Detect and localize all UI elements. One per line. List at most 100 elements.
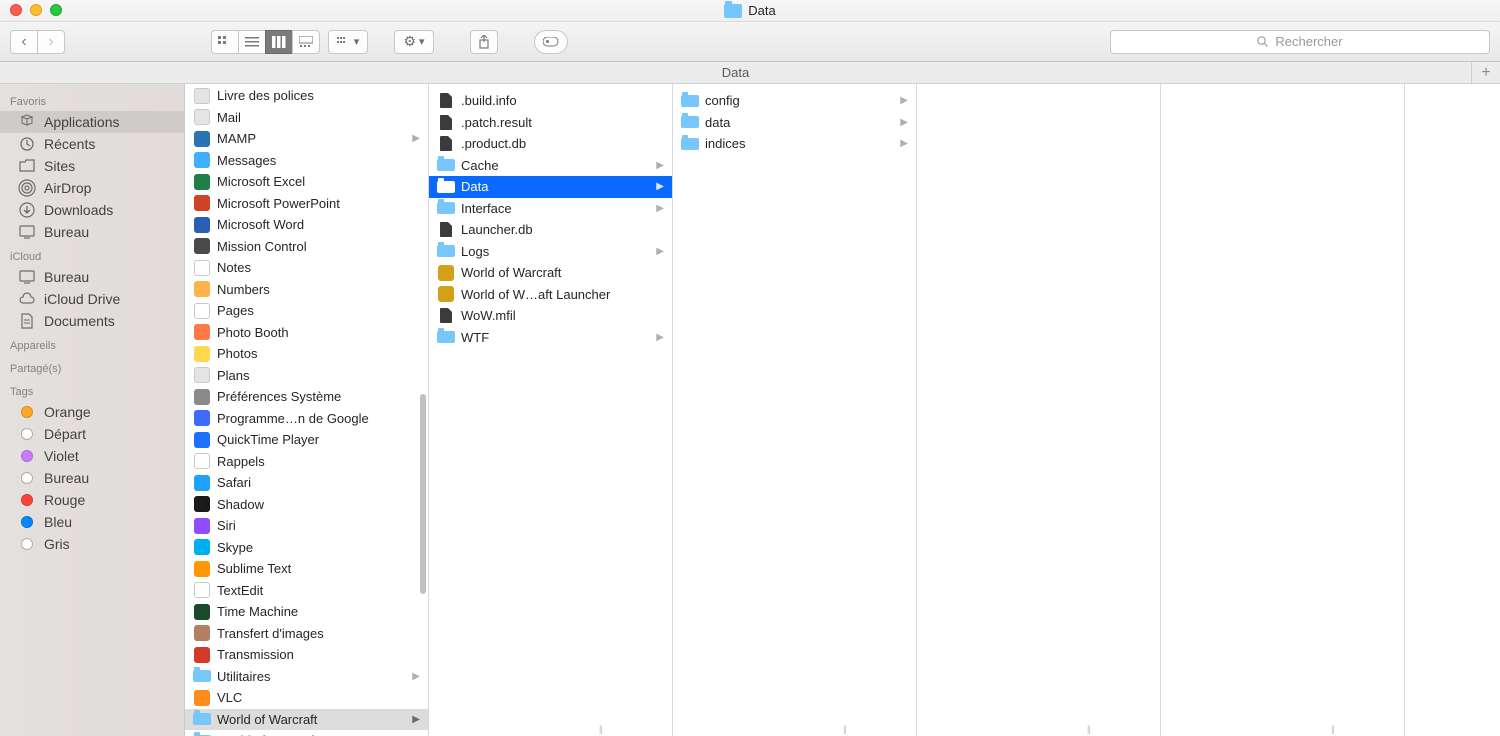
column-item[interactable]: World of Warcraft bbox=[429, 262, 672, 284]
column-item[interactable]: World of W…aft Launcher bbox=[429, 284, 672, 306]
folder-icon bbox=[193, 668, 211, 684]
column-item[interactable]: .patch.result bbox=[429, 112, 672, 134]
item-label: TextEdit bbox=[217, 583, 420, 598]
desktop-icon bbox=[18, 224, 36, 240]
tab-data[interactable]: Data bbox=[0, 62, 1472, 83]
search-field[interactable]: Rechercher bbox=[1110, 30, 1490, 54]
forward-button[interactable]: › bbox=[37, 30, 65, 54]
column-item[interactable]: indices▶ bbox=[673, 133, 916, 155]
column-item[interactable]: .build.info bbox=[429, 90, 672, 112]
column-item[interactable]: config▶ bbox=[673, 90, 916, 112]
back-button[interactable]: ‹ bbox=[10, 30, 38, 54]
action-button[interactable]: ⚙▾ bbox=[394, 30, 434, 54]
airdrop-icon bbox=[18, 180, 36, 196]
sidebar-item[interactable]: Bureau bbox=[0, 266, 184, 288]
icon-view-button[interactable] bbox=[211, 30, 239, 54]
column-item[interactable]: Sublime Text bbox=[185, 558, 428, 580]
column-item[interactable]: Data▶ bbox=[429, 176, 672, 198]
column-item[interactable]: .product.db bbox=[429, 133, 672, 155]
column-item[interactable]: Mail bbox=[185, 107, 428, 129]
sidebar-item[interactable]: Récents bbox=[0, 133, 184, 155]
column-item[interactable]: TextEdit bbox=[185, 580, 428, 602]
chevron-right-icon: ▶ bbox=[412, 671, 420, 682]
column-item[interactable]: data▶ bbox=[673, 112, 916, 134]
fullscreen-window-button[interactable] bbox=[50, 4, 62, 16]
sidebar-item[interactable]: Downloads bbox=[0, 199, 184, 221]
column-item[interactable]: VLC bbox=[185, 687, 428, 709]
sidebar-item[interactable]: Départ bbox=[0, 423, 184, 445]
column-view-button[interactable] bbox=[265, 30, 293, 54]
sidebar-item[interactable]: Orange bbox=[0, 401, 184, 423]
column-resize-handle[interactable]: || bbox=[599, 724, 602, 734]
column-item[interactable]: Launcher.db bbox=[429, 219, 672, 241]
share-button[interactable] bbox=[470, 30, 498, 54]
item-label: Utilitaires bbox=[217, 669, 406, 684]
column[interactable]: .build.info .patch.result.product.dbCache… bbox=[429, 84, 673, 736]
column-item[interactable]: Numbers bbox=[185, 279, 428, 301]
sidebar-item[interactable]: iCloud Drive bbox=[0, 288, 184, 310]
column-item[interactable]: Notes bbox=[185, 257, 428, 279]
column-item[interactable]: Time Machine bbox=[185, 601, 428, 623]
column[interactable] bbox=[1161, 84, 1405, 736]
column-resize-handle[interactable]: || bbox=[843, 724, 846, 734]
column-item[interactable]: Interface▶ bbox=[429, 198, 672, 220]
minimize-window-button[interactable] bbox=[30, 4, 42, 16]
column-item[interactable]: Safari bbox=[185, 472, 428, 494]
column-item[interactable]: Messages bbox=[185, 150, 428, 172]
column-item[interactable]: Microsoft Word bbox=[185, 214, 428, 236]
column-item[interactable]: WTF▶ bbox=[429, 327, 672, 349]
sidebar-item[interactable]: Gris bbox=[0, 533, 184, 555]
item-label: .build.info bbox=[461, 93, 664, 108]
column-item[interactable]: Shadow bbox=[185, 494, 428, 516]
desktop-icon bbox=[18, 269, 36, 285]
list-view-button[interactable] bbox=[238, 30, 266, 54]
arrange-button[interactable]: ▾ bbox=[328, 30, 368, 54]
tags-button[interactable] bbox=[534, 30, 568, 54]
sidebar-item[interactable]: Violet bbox=[0, 445, 184, 467]
folder-icon bbox=[681, 93, 699, 109]
column-item[interactable]: Rappels bbox=[185, 451, 428, 473]
gallery-view-button[interactable] bbox=[292, 30, 320, 54]
column-item[interactable]: World of Warcraft▶ bbox=[185, 709, 428, 731]
column-item[interactable]: Logs▶ bbox=[429, 241, 672, 263]
sidebar-item[interactable]: AirDrop bbox=[0, 177, 184, 199]
sidebar-item[interactable]: Rouge bbox=[0, 489, 184, 511]
column-item[interactable]: QuickTime Player bbox=[185, 429, 428, 451]
column-resize-handle[interactable]: || bbox=[1331, 724, 1334, 734]
chevron-right-icon: ▶ bbox=[900, 95, 908, 106]
sidebar-item[interactable]: Bureau bbox=[0, 221, 184, 243]
scrollbar[interactable] bbox=[420, 394, 426, 594]
item-label: Microsoft PowerPoint bbox=[217, 196, 420, 211]
column-item[interactable]: World of Warcraft Beta▶ bbox=[185, 730, 428, 736]
column[interactable] bbox=[917, 84, 1161, 736]
column-item[interactable]: Plans bbox=[185, 365, 428, 387]
close-window-button[interactable] bbox=[10, 4, 22, 16]
column[interactable]: config▶data▶indices▶ bbox=[673, 84, 917, 736]
column-item[interactable]: Photos bbox=[185, 343, 428, 365]
new-tab-button[interactable]: + bbox=[1472, 62, 1500, 83]
column-item[interactable]: Utilitaires ▶ bbox=[185, 666, 428, 688]
column-item[interactable]: Microsoft PowerPoint bbox=[185, 193, 428, 215]
column-item[interactable]: Livre des polices bbox=[185, 85, 428, 107]
column-item[interactable]: WoW.mfil bbox=[429, 305, 672, 327]
sidebar-item[interactable]: Bureau bbox=[0, 467, 184, 489]
column-item[interactable]: Programme…n de Google bbox=[185, 408, 428, 430]
sidebar-item[interactable]: Applications bbox=[0, 111, 184, 133]
column-item[interactable]: Préférences Système bbox=[185, 386, 428, 408]
column[interactable]: Livre des policesMailMAMP▶MessagesMicros… bbox=[185, 84, 429, 736]
column-item[interactable]: MAMP▶ bbox=[185, 128, 428, 150]
column-item[interactable]: Photo Booth bbox=[185, 322, 428, 344]
column-item[interactable]: Cache▶ bbox=[429, 155, 672, 177]
sidebar-item[interactable]: Sites bbox=[0, 155, 184, 177]
column-item[interactable]: Microsoft Excel bbox=[185, 171, 428, 193]
sidebar-item[interactable]: Documents bbox=[0, 310, 184, 332]
item-label: Numbers bbox=[217, 282, 420, 297]
column-item[interactable]: Mission Control bbox=[185, 236, 428, 258]
column-item[interactable]: Siri bbox=[185, 515, 428, 537]
column-item[interactable]: Transmission bbox=[185, 644, 428, 666]
sidebar-item[interactable]: Bleu bbox=[0, 511, 184, 533]
column-item[interactable]: Skype bbox=[185, 537, 428, 559]
column-item[interactable]: Pages bbox=[185, 300, 428, 322]
column-item[interactable]: Transfert d'images bbox=[185, 623, 428, 645]
column-resize-handle[interactable]: || bbox=[1087, 724, 1090, 734]
